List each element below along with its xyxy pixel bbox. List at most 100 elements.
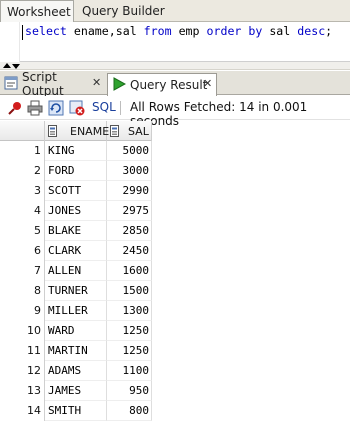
row-number[interactable]: 7 [0,261,45,281]
sql-text: ; [325,24,333,38]
cell-sal[interactable]: 2975 [107,201,152,221]
close-icon[interactable]: ✕ [92,76,101,89]
table-row[interactable]: 9 MILLER 1300 [0,301,152,321]
table-row[interactable]: 2 FORD 3000 [0,161,152,181]
column-key-icon [110,125,119,137]
cell-ename[interactable]: BLAKE [45,221,107,241]
sql-text: sal [262,24,298,38]
cell-ename[interactable]: WARD [45,321,107,341]
run-query-icon [112,76,127,94]
cell-sal[interactable]: 800 [107,401,152,421]
table-row[interactable]: 4 JONES 2975 [0,201,152,221]
cell-sal[interactable]: 1100 [107,361,152,381]
cell-sal[interactable]: 1300 [107,301,152,321]
text-caret [22,25,23,40]
sql-text: ename,sal [66,24,144,38]
row-number[interactable]: 6 [0,241,45,261]
table-row[interactable]: 7 ALLEN 1600 [0,261,152,281]
sql-button[interactable]: SQL [92,100,116,114]
sql-keyword: desc [297,24,326,38]
tab-script-output-label: Script Output [22,70,64,98]
cell-sal[interactable]: 2850 [107,221,152,241]
sql-keyword: select [25,24,67,38]
column-header-ename[interactable]: ENAME [45,121,110,141]
cell-sal[interactable]: 5000 [107,141,152,161]
close-icon[interactable]: ✕ [203,77,212,90]
script-output-icon [4,76,18,93]
sql-editor[interactable]: select ename,sal from emp order by sal d… [0,22,350,62]
cell-ename[interactable]: SMITH [45,401,107,421]
table-row[interactable]: 13 JAMES 950 [0,381,152,401]
table-row[interactable]: 10 WARD 1250 [0,321,152,341]
row-number[interactable]: 1 [0,141,45,161]
toolbar-divider [120,101,121,115]
collapse-down-icon[interactable] [12,64,20,69]
cancel-icon[interactable] [69,100,85,116]
table-row[interactable]: 1 KING 5000 [0,141,152,161]
cell-ename[interactable]: FORD [45,161,107,181]
cell-sal[interactable]: 3000 [107,161,152,181]
cell-sal[interactable]: 950 [107,381,152,401]
column-header-label: SAL [128,124,149,138]
cell-ename[interactable]: CLARK [45,241,107,261]
panel-splitter[interactable] [0,62,350,70]
grid-header: ENAME SAL [0,121,152,141]
cell-ename[interactable]: MILLER [45,301,107,321]
row-number-header[interactable] [0,121,45,141]
tab-query-result[interactable]: Query Result ✕ [107,73,217,96]
sql-text: emp [171,24,207,38]
row-number[interactable]: 9 [0,301,45,321]
sql-keyword: from [143,24,172,38]
cell-sal[interactable]: 2450 [107,241,152,261]
cell-ename[interactable]: SCOTT [45,181,107,201]
tab-query-builder[interactable]: Query Builder [76,0,171,22]
row-number[interactable]: 5 [0,221,45,241]
cell-ename[interactable]: JAMES [45,381,107,401]
tab-query-result-label: Query Result [130,78,208,92]
table-row[interactable]: 8 TURNER 1500 [0,281,152,301]
row-number[interactable]: 13 [0,381,45,401]
cell-sal[interactable]: 2990 [107,181,152,201]
row-number[interactable]: 3 [0,181,45,201]
cell-sal[interactable]: 1250 [107,341,152,361]
cell-sal[interactable]: 1250 [107,321,152,341]
cell-ename[interactable]: ALLEN [45,261,107,281]
cell-ename[interactable]: ADAMS [45,361,107,381]
result-grid[interactable]: ENAME SAL 1 KING 5000 2 FORD 3000 3 SCOTT 2990 4 J… [0,121,152,421]
row-number[interactable]: 10 [0,321,45,341]
table-row[interactable]: 5 BLAKE 2850 [0,221,152,241]
cell-ename[interactable]: KING [45,141,107,161]
sql-keyword: order by [206,24,263,38]
table-row[interactable]: 11 MARTIN 1250 [0,341,152,361]
column-header-sal[interactable]: SAL [107,121,152,141]
cell-ename[interactable]: TURNER [45,281,107,301]
table-row[interactable]: 3 SCOTT 2990 [0,181,152,201]
row-number[interactable]: 4 [0,201,45,221]
tab-script-output[interactable]: Script Output ✕ [0,70,104,98]
pin-icon[interactable] [7,100,23,116]
table-row[interactable]: 12 ADAMS 1100 [0,361,152,381]
cell-sal[interactable]: 1500 [107,281,152,301]
cell-sal[interactable]: 1600 [107,261,152,281]
row-number[interactable]: 14 [0,401,45,421]
editor-tab-bar: Worksheet Query Builder [0,0,350,23]
row-number[interactable]: 8 [0,281,45,301]
tab-worksheet[interactable]: Worksheet [0,0,74,23]
row-number[interactable]: 11 [0,341,45,361]
result-tab-bar: Script Output ✕ Query Result ✕ [0,70,350,98]
collapse-up-icon[interactable] [3,63,11,68]
row-number[interactable]: 12 [0,361,45,381]
sql-statement[interactable]: select ename,sal from emp order by sal d… [25,24,332,38]
refresh-icon[interactable] [48,100,64,116]
cell-ename[interactable]: JONES [45,201,107,221]
column-header-label: ENAME [70,124,110,138]
column-key-icon [48,125,57,137]
row-number[interactable]: 2 [0,161,45,181]
table-row[interactable]: 6 CLARK 2450 [0,241,152,261]
table-row[interactable]: 14 SMITH 800 [0,401,152,421]
print-icon[interactable] [27,100,43,116]
cell-ename[interactable]: MARTIN [45,341,107,361]
grid-body: 1 KING 5000 2 FORD 3000 3 SCOTT 2990 4 JONES 2975 5 B… [0,141,152,421]
editor-gutter [0,22,20,62]
fetch-status: All Rows Fetched: 14 in 0.001 seconds [130,100,308,128]
